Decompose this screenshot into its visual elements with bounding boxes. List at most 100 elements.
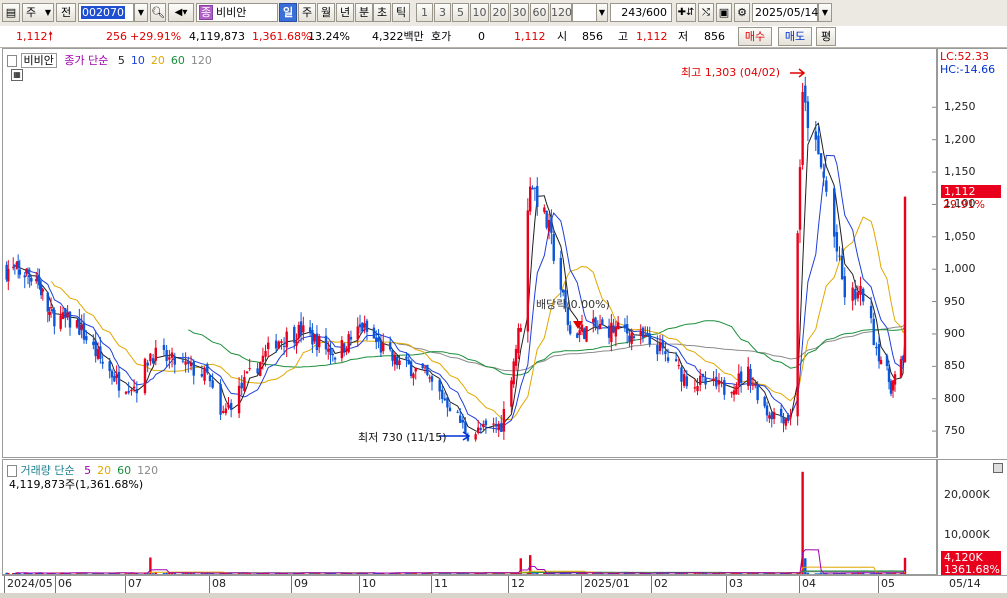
period-button-1[interactable]: 주: [298, 3, 316, 22]
date-tick-10: 03: [729, 577, 743, 590]
candle-body-156: [519, 327, 522, 332]
candle-body-254: [856, 292, 860, 299]
candle-body-256: [862, 288, 865, 302]
type-select[interactable]: 주 ▼: [22, 3, 54, 22]
candle-body-135: [446, 397, 449, 408]
gear-icon[interactable]: ⚙: [734, 3, 750, 22]
candle-body-189: [628, 335, 631, 342]
prev-button[interactable]: 전: [56, 3, 76, 22]
candle-body-190: [630, 332, 633, 344]
search-icon[interactable]: 🔍︎: [150, 3, 166, 22]
candle-body-128: [423, 367, 427, 369]
price-tick-1: 1,200: [944, 132, 976, 146]
date-tick-0: 2024/05: [7, 577, 53, 590]
candle-body-76: [248, 368, 251, 370]
candle-body-253: [854, 289, 857, 300]
avg-button[interactable]: 평: [816, 27, 836, 46]
candle-body-99: [329, 347, 332, 355]
candle-body-246: [825, 180, 828, 192]
candle-body-193: [641, 327, 645, 338]
candle-body-120: [395, 356, 399, 366]
cross-line-icon[interactable]: ⤭: [698, 3, 714, 22]
candle-body-121: [398, 360, 401, 366]
volume: 4,119,873: [189, 30, 245, 43]
candle-body-258: [872, 318, 875, 346]
candle-body-251: [843, 276, 846, 298]
candle-body-185: [614, 326, 618, 337]
candle-body-103: [342, 343, 346, 352]
volume-bar-244: [819, 572, 823, 574]
save-icon[interactable]: ▣: [716, 3, 732, 22]
candle-body-18: [48, 311, 51, 315]
candle-body-269: [903, 196, 907, 363]
candle-body-129: [426, 364, 429, 376]
maximize-icon[interactable]: [993, 463, 1003, 473]
code-dropdown-button[interactable]: ▼: [134, 3, 148, 22]
high-label: 고: [618, 30, 629, 43]
volume-tick-0: 20,000K: [944, 488, 990, 502]
stock-code-input[interactable]: 002070: [78, 3, 134, 22]
candle-body-212: [712, 378, 715, 382]
candle-body-180: [598, 323, 602, 329]
candle-body-28: [78, 318, 81, 335]
candle-body-111: [365, 320, 369, 332]
period-button-5[interactable]: 초: [373, 3, 391, 22]
candle-body-113: [375, 337, 378, 343]
candle-body-165: [550, 218, 553, 233]
horizontal-scrollbar[interactable]: [0, 593, 1007, 598]
stock-name-field[interactable]: 종 비비안: [196, 3, 278, 22]
interval-button-5[interactable]: 5: [452, 3, 469, 22]
period-button-6[interactable]: 틱: [392, 3, 410, 22]
candle-body-229: [768, 415, 771, 419]
speaker-icon[interactable]: ◀▾: [168, 3, 194, 22]
candle-body-47: [143, 358, 147, 394]
candle-body-252: [851, 287, 854, 301]
grid-icon[interactable]: ▦: [11, 69, 23, 81]
stock-name: 비비안: [216, 6, 247, 19]
volume-bar-238: [798, 573, 802, 574]
calendar-dropdown-button[interactable]: ▼: [818, 3, 832, 22]
candle-body-78: [259, 361, 262, 376]
sell-button[interactable]: 매도: [778, 27, 812, 46]
chart-menu-icon[interactable]: ▤: [2, 3, 20, 22]
interval-button-3[interactable]: 3: [434, 3, 451, 22]
candle-body-31: [85, 336, 88, 341]
interval-button-1[interactable]: 1: [416, 3, 433, 22]
date-separator-0: [4, 576, 5, 593]
volume-axis: 20,000K 10,000K 4,120K 1361.68%: [937, 459, 1007, 576]
price-chart-pane[interactable]: 비비안 종가 단순 5 10 20 60 120 ▦ 최고 1,303 (04/02) …: [2, 48, 937, 458]
candle-body-107: [356, 326, 359, 340]
candle-body-248: [835, 232, 839, 252]
interval-dropdown-button[interactable]: ▼: [596, 3, 608, 22]
data-count-field[interactable]: 243/600: [610, 3, 672, 22]
candle-body-10: [28, 275, 31, 277]
period-button-0[interactable]: 일: [279, 3, 297, 22]
candle-body-105: [347, 334, 350, 353]
period-button-3[interactable]: 년: [336, 3, 354, 22]
price-axis: LC:52.33 HC:-14.66 1,250 1,200 1,150 1,100 1…: [937, 48, 1007, 458]
candle-body-266: [893, 374, 897, 385]
candle-body-142: [474, 434, 477, 440]
price-tick-9: 800: [944, 391, 965, 405]
ma-line-20: [50, 216, 906, 421]
interval-button-10[interactable]: 10: [470, 3, 489, 22]
candle-body-226: [756, 384, 759, 401]
candle-type-icon[interactable]: ✚⇵: [676, 3, 696, 22]
interval-button-60[interactable]: 60: [530, 3, 549, 22]
low-label: 저: [678, 30, 689, 43]
period-button-4[interactable]: 분: [355, 3, 373, 22]
candle-body-91: [302, 325, 305, 333]
buy-button[interactable]: 매수: [738, 27, 772, 46]
candle-body-68: [222, 411, 225, 413]
interval-button-30[interactable]: 30: [510, 3, 529, 22]
date-field[interactable]: 2025/05/14: [752, 3, 818, 22]
candle-body-167: [559, 257, 563, 290]
candle-body-67: [219, 384, 222, 415]
interval-button-20[interactable]: 20: [490, 3, 509, 22]
interval-button-120[interactable]: 120: [550, 3, 572, 22]
volume-chart-pane[interactable]: 거래량 단순 5 20 60 120 4,119,873주(1,361.68%): [2, 459, 937, 575]
period-button-2[interactable]: 월: [317, 3, 335, 22]
pane-menu-icon[interactable]: [7, 55, 17, 67]
candle-body-66: [211, 380, 214, 388]
candle-body-2: [12, 266, 15, 268]
